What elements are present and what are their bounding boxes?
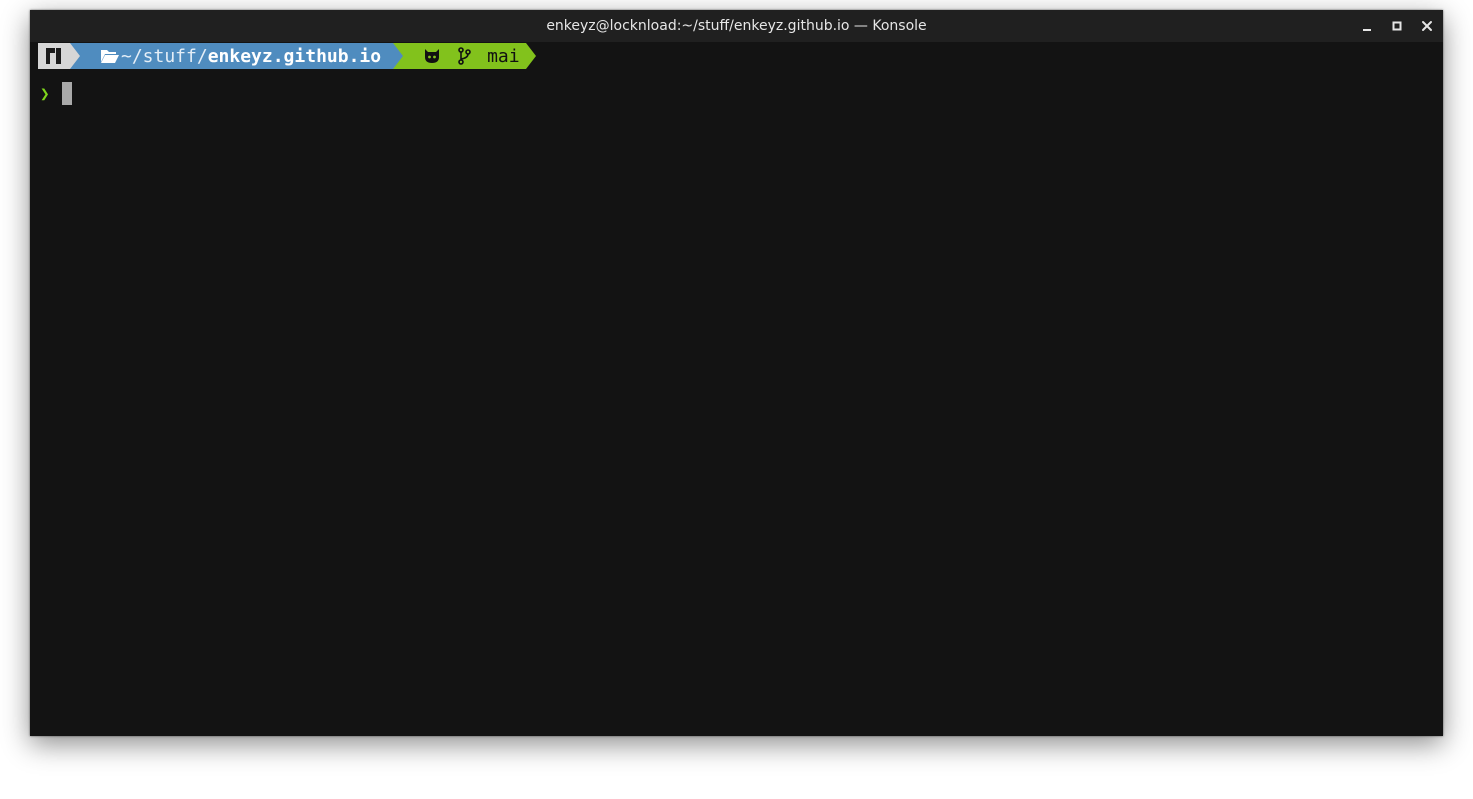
close-icon: [1422, 21, 1432, 31]
konsole-window: enkeyz@locknload:~/stuff/enkeyz.github.i…: [30, 10, 1443, 736]
prompt-symbol: ❯: [40, 83, 50, 103]
command-line[interactable]: ❯: [40, 81, 72, 105]
terminal-area[interactable]: ~/stuff/enkeyz.github.io mai ❯: [34, 42, 1439, 732]
os-segment: [38, 43, 70, 69]
segment-separator: [525, 43, 536, 69]
prompt-bar: ~/stuff/enkeyz.github.io mai: [38, 43, 536, 69]
segment-separator: [70, 43, 80, 69]
git-segment: mai: [403, 43, 526, 69]
github-octocat-icon: [425, 49, 440, 63]
segment-separator: [393, 43, 404, 69]
text-cursor: [61, 81, 72, 105]
path-segment: ~/stuff/enkeyz.github.io: [80, 43, 394, 69]
title-bar[interactable]: enkeyz@locknload:~/stuff/enkeyz.github.i…: [30, 10, 1443, 42]
minimize-button[interactable]: [1357, 16, 1377, 36]
folder-open-icon: [101, 50, 119, 63]
git-branch-name: mai: [487, 45, 520, 67]
manjaro-logo-icon: [46, 48, 61, 64]
window-title: enkeyz@locknload:~/stuff/enkeyz.github.i…: [546, 18, 927, 34]
maximize-button[interactable]: [1387, 16, 1407, 36]
git-branch-icon: [458, 47, 471, 65]
path-current-dir: enkeyz.github.io: [207, 45, 382, 67]
path-prefix: ~/stuff/: [121, 45, 208, 67]
minimize-icon: [1363, 29, 1371, 31]
close-button[interactable]: [1417, 16, 1437, 36]
maximize-icon: [1392, 21, 1402, 31]
